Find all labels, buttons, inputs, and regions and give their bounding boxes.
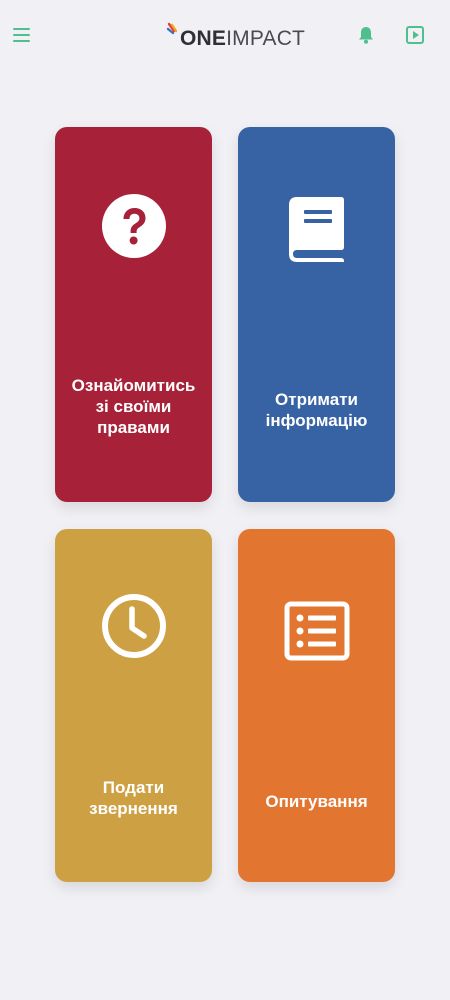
app-screen: ONEIMPACT Ознайомитись зі своїми правами — [0, 0, 450, 1000]
menu-button[interactable] — [12, 26, 32, 44]
tile-label: Опитування — [265, 792, 368, 811]
tile-surveys[interactable]: Опитування — [238, 529, 395, 882]
tile-submit-appeal[interactable]: Подати звернення — [55, 529, 212, 882]
clock-icon — [101, 594, 166, 658]
tile-know-your-rights[interactable]: Ознайомитись зі своїми правами — [55, 127, 212, 502]
logo-text-one: ONE — [180, 26, 227, 50]
list-icon — [284, 601, 349, 661]
tile-label: Ознайомитись зі своїми правами — [71, 376, 196, 437]
question-circle-icon — [101, 194, 166, 258]
tile-label: Отримати інформацію — [265, 390, 368, 430]
logo-text: ONEIMPACT — [180, 28, 305, 49]
logo-text-impact: IMPACT — [226, 26, 306, 50]
logo-mark-icon — [166, 22, 180, 48]
bell-icon — [359, 27, 373, 44]
video-button[interactable] — [405, 25, 425, 45]
app-logo: ONEIMPACT — [166, 20, 305, 50]
play-square-icon — [406, 26, 424, 44]
notifications-button[interactable] — [356, 25, 376, 45]
hamburger-menu-icon — [13, 28, 30, 42]
book-icon — [288, 197, 344, 262]
top-bar: ONEIMPACT — [0, 0, 450, 70]
tile-get-information[interactable]: Отримати інформацію — [238, 127, 395, 502]
tile-label: Подати звернення — [89, 778, 178, 818]
